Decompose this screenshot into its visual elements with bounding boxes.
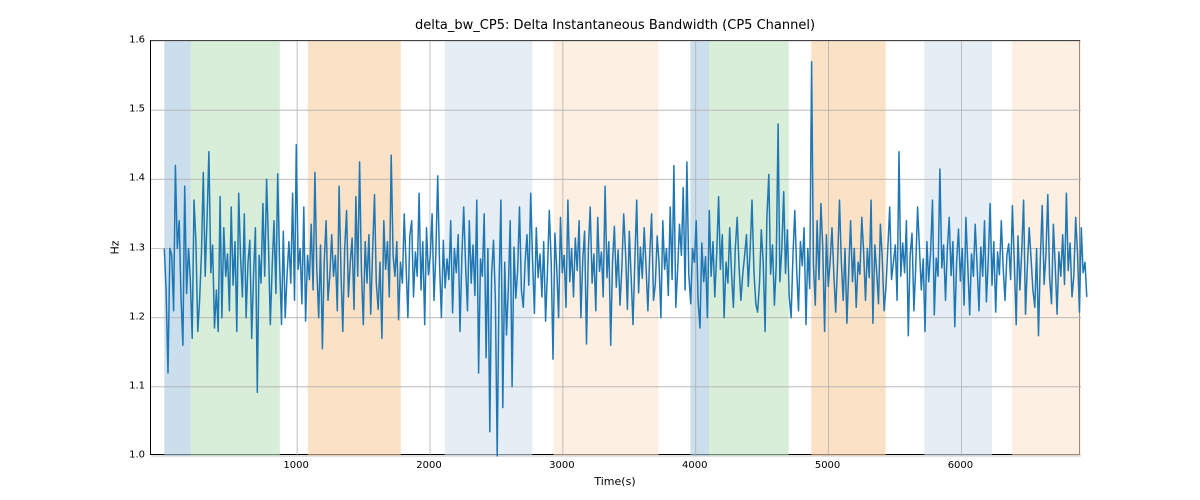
figure: delta_bw_CP5: Delta Instantaneous Bandwi… xyxy=(0,0,1200,500)
x-tick-label: 1000 xyxy=(283,460,308,471)
x-tick-label: 5000 xyxy=(815,460,840,471)
y-tick-label: 1.4 xyxy=(105,173,145,184)
x-tick-label: 2000 xyxy=(416,460,441,471)
chart-title: delta_bw_CP5: Delta Instantaneous Bandwi… xyxy=(150,18,1080,33)
axes-area xyxy=(150,40,1080,455)
y-tick-label: 1.6 xyxy=(105,35,145,46)
x-tick-label: 4000 xyxy=(682,460,707,471)
y-tick-label: 1.5 xyxy=(105,104,145,115)
x-tick-label: 3000 xyxy=(549,460,574,471)
x-tick-label: 6000 xyxy=(948,460,973,471)
y-tick-label: 1.3 xyxy=(105,242,145,253)
plot-svg xyxy=(151,41,1079,454)
y-tick-label: 1.2 xyxy=(105,311,145,322)
y-tick-label: 1.0 xyxy=(105,450,145,461)
x-axis-label: Time(s) xyxy=(150,475,1080,488)
y-tick-label: 1.1 xyxy=(105,380,145,391)
